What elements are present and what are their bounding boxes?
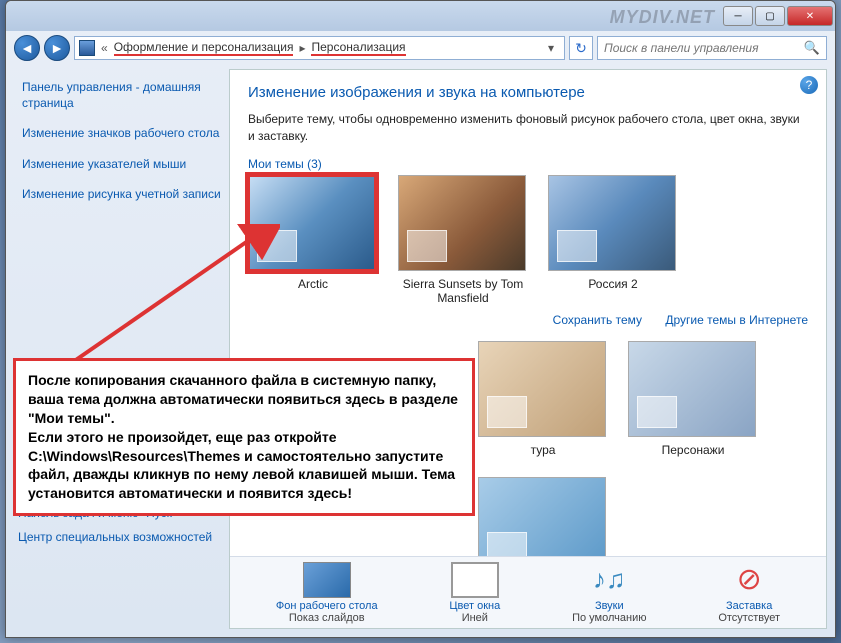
sidebar-link-home[interactable]: Панель управления - домашняя страница: [22, 79, 221, 111]
my-themes-row: Arctic Sierra Sunsets by Tom Mansfield Р…: [248, 175, 808, 305]
annotation-box: После копирования скачанного файла в сис…: [13, 358, 475, 516]
online-themes-link[interactable]: Другие темы в Интернете: [665, 313, 808, 327]
theme-thumbnail[interactable]: [478, 341, 606, 437]
search-input[interactable]: [604, 41, 798, 55]
desktop-bg-button[interactable]: Фон рабочего стола Показ слайдов: [276, 562, 378, 624]
breadcrumb-item-2[interactable]: Персонализация: [311, 40, 405, 56]
desktop-icon: [303, 562, 351, 598]
watermark: MYDIV.NET: [610, 7, 715, 28]
theme-thumbnail[interactable]: [548, 175, 676, 271]
chevron-icon: «: [101, 41, 108, 55]
window-color-button[interactable]: Цвет окна Иней: [449, 562, 500, 624]
page-title: Изменение изображения и звука на компьют…: [248, 84, 808, 101]
theme-thumbnail[interactable]: [398, 175, 526, 271]
help-icon[interactable]: ?: [800, 76, 818, 94]
color-icon: [451, 562, 499, 598]
sublabel: По умолчанию: [572, 612, 646, 624]
bottom-toolbar: Фон рабочего стола Показ слайдов Цвет ок…: [230, 556, 826, 628]
close-button[interactable]: ✕: [787, 6, 833, 26]
theme-label: Персонажи: [628, 443, 758, 457]
control-panel-icon: [79, 40, 95, 56]
sound-icon: ♪♫: [585, 562, 633, 598]
breadcrumb-item-1[interactable]: Оформление и персонализация: [114, 40, 294, 56]
theme-item[interactable]: Sierra Sunsets by Tom Mansfield: [398, 175, 528, 305]
save-theme-link[interactable]: Сохранить тему: [553, 313, 642, 327]
sounds-button[interactable]: ♪♫ Звуки По умолчанию: [572, 562, 646, 624]
label: Цвет окна: [449, 600, 500, 612]
theme-item[interactable]: Россия 2: [548, 175, 678, 305]
sublabel: Показ слайдов: [276, 612, 378, 624]
nav-back-button[interactable]: ◄: [14, 35, 40, 61]
minimize-button[interactable]: ─: [723, 6, 753, 26]
theme-label: Sierra Sunsets by Tom Mansfield: [398, 277, 528, 305]
theme-item[interactable]: тура: [478, 341, 608, 457]
maximize-button[interactable]: ▢: [755, 6, 785, 26]
section-my-themes: Мои темы (3): [248, 157, 808, 171]
navbar: ◄ ► « Оформление и персонализация ▸ Перс…: [6, 31, 835, 65]
theme-item[interactable]: Персонажи: [628, 341, 758, 457]
search-box[interactable]: 🔍: [597, 36, 827, 60]
breadcrumb-dropdown[interactable]: ▾: [542, 41, 560, 55]
label: Заставка: [718, 600, 780, 612]
theme-label: Россия 2: [548, 277, 678, 291]
screensaver-icon: ⊘: [725, 562, 773, 598]
theme-actions: Сохранить тему Другие темы в Интернете: [248, 313, 808, 327]
page-description: Выберите тему, чтобы одновременно измени…: [248, 111, 808, 145]
breadcrumb[interactable]: « Оформление и персонализация ▸ Персонал…: [74, 36, 565, 60]
label: Звуки: [572, 600, 646, 612]
refresh-button[interactable]: ↻: [569, 36, 593, 60]
sidebar-link-icons[interactable]: Изменение значков рабочего стола: [22, 125, 221, 141]
annotation-arrow: [60, 224, 280, 374]
main-panel: ? Изменение изображения и звука на компь…: [229, 69, 827, 629]
chevron-right-icon: ▸: [299, 41, 305, 55]
aero-themes-row: тура Персонажи Пейзажи: [478, 341, 808, 593]
sidebar-link-ease[interactable]: Центр специальных возможностей: [18, 529, 212, 545]
sidebar-link-pointers[interactable]: Изменение указателей мыши: [22, 156, 221, 172]
sublabel: Иней: [449, 612, 500, 624]
label: Фон рабочего стола: [276, 600, 378, 612]
theme-label: тура: [478, 443, 608, 457]
theme-thumbnail[interactable]: [628, 341, 756, 437]
nav-forward-button[interactable]: ►: [44, 35, 70, 61]
screensaver-button[interactable]: ⊘ Заставка Отсутствует: [718, 562, 780, 624]
sidebar-link-account-pic[interactable]: Изменение рисунка учетной записи: [22, 186, 221, 202]
search-icon: 🔍: [804, 40, 820, 56]
sublabel: Отсутствует: [718, 612, 780, 624]
titlebar: MYDIV.NET ─ ▢ ✕: [6, 1, 835, 31]
